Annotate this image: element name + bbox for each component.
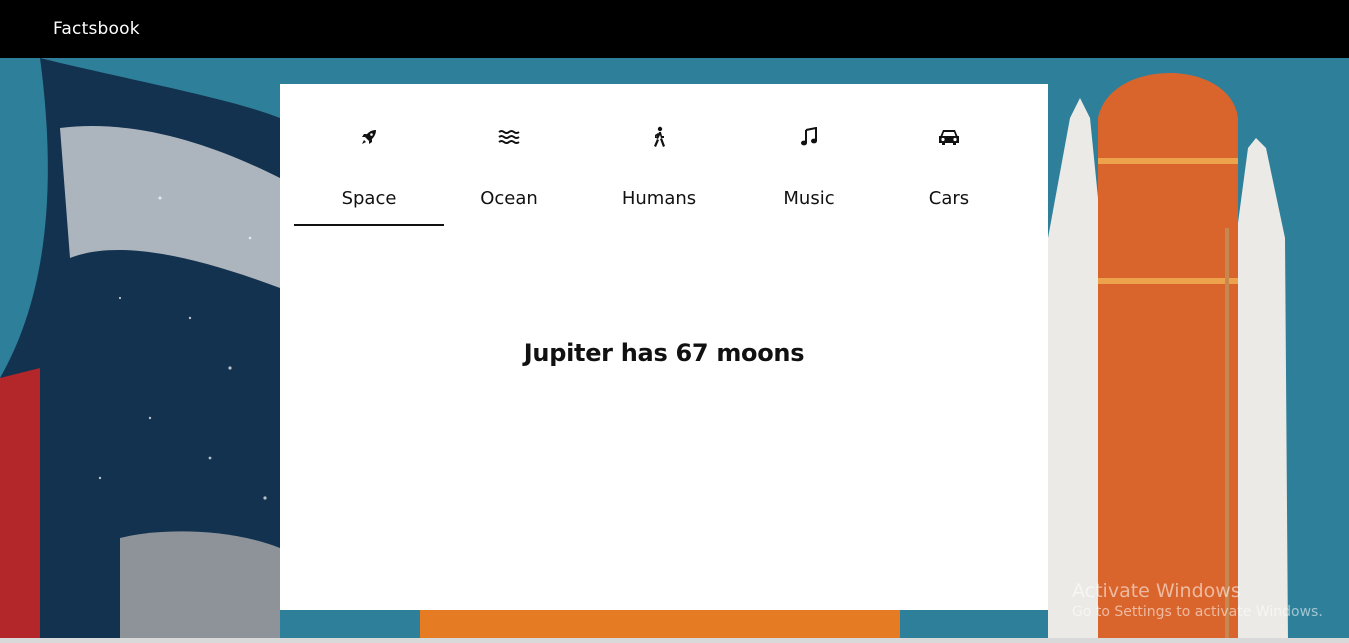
windows-activation-watermark: Activate Windows Go to Settings to activ… bbox=[1072, 580, 1323, 620]
tab-label-ocean: Ocean bbox=[480, 188, 538, 209]
tab-space[interactable]: Space bbox=[294, 84, 444, 227]
watermark-subtitle: Go to Settings to activate Windows. bbox=[1072, 604, 1323, 620]
tab-label-cars: Cars bbox=[928, 188, 970, 209]
tab-label-music: Music bbox=[783, 188, 835, 209]
tab-ocean[interactable]: Ocean bbox=[434, 84, 584, 227]
watermark-title: Activate Windows bbox=[1072, 580, 1241, 602]
facts-card: Space Ocean Humans Music Cars Jupiter ha… bbox=[280, 84, 1048, 610]
tab-music[interactable]: Music bbox=[734, 84, 884, 227]
bottom-status-strip bbox=[0, 638, 1349, 643]
music-note-icon bbox=[734, 126, 884, 148]
active-tab-underline bbox=[294, 224, 444, 226]
top-navbar: Factsbook bbox=[0, 0, 1349, 58]
tab-cars[interactable]: Cars bbox=[874, 84, 1024, 227]
car-icon bbox=[874, 126, 1024, 148]
water-waves-icon bbox=[434, 126, 584, 148]
tab-humans[interactable]: Humans bbox=[584, 84, 734, 227]
tab-label-space: Space bbox=[341, 188, 397, 209]
walking-person-icon bbox=[584, 126, 734, 148]
rocket-icon bbox=[294, 126, 444, 148]
fact-text: Jupiter has 67 moons bbox=[523, 339, 805, 367]
category-tabs: Space Ocean Humans Music Cars bbox=[294, 84, 1034, 227]
brand-logo-text[interactable]: Factsbook bbox=[53, 19, 140, 39]
tab-label-humans: Humans bbox=[621, 188, 697, 209]
